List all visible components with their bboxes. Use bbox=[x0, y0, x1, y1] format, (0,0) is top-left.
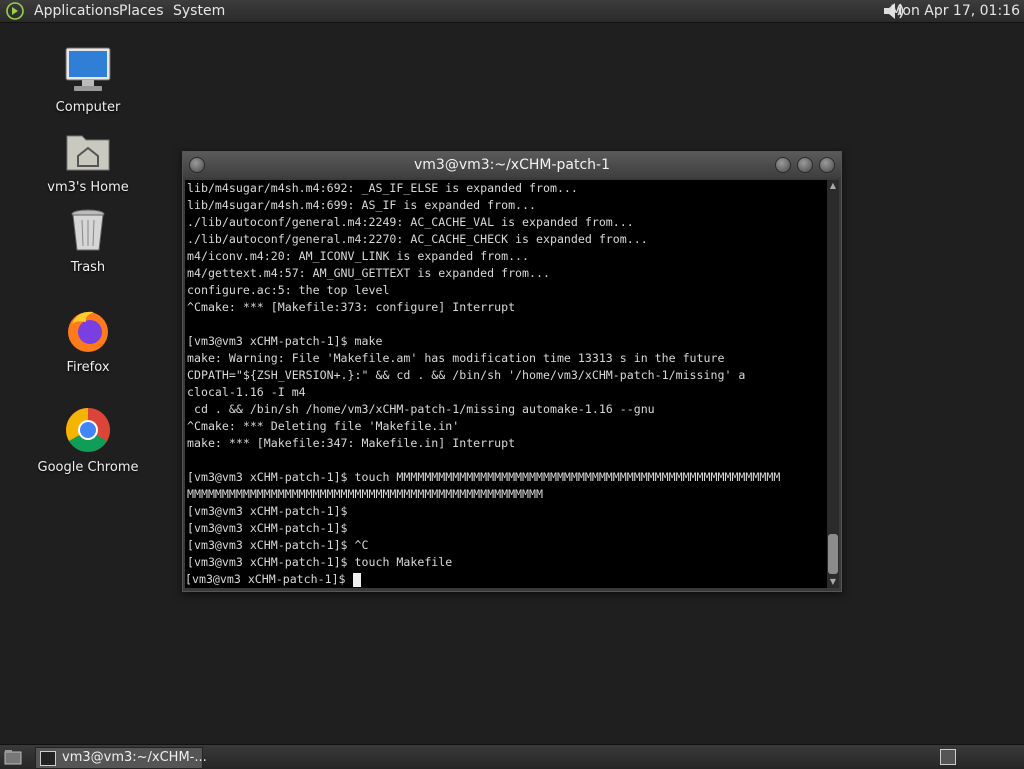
terminal-line: lib/m4sugar/m4sh.m4:692: _AS_IF_ELSE is … bbox=[187, 181, 578, 195]
desktop-icon-chrome[interactable]: Google Chrome bbox=[28, 406, 148, 475]
minimize-button[interactable] bbox=[775, 157, 791, 173]
terminal-line: make: *** [Makefile:347: Makefile.in] In… bbox=[187, 436, 516, 450]
desktop-icon-trash[interactable]: Trash bbox=[28, 206, 148, 275]
computer-icon bbox=[65, 47, 111, 91]
chrome-icon bbox=[66, 408, 110, 452]
terminal-line: configure.ac:5: the top level bbox=[187, 283, 390, 297]
terminal-prompt: [vm3@vm3 xCHM-patch-1]$ bbox=[185, 572, 353, 586]
distro-logo-icon[interactable] bbox=[6, 2, 24, 20]
desktop-icon-home[interactable]: vm3's Home bbox=[28, 126, 148, 195]
terminal-prompt-line[interactable]: [vm3@vm3 xCHM-patch-1]$ bbox=[185, 571, 827, 588]
desktop-icon-label: Trash bbox=[70, 260, 106, 275]
places-menu[interactable]: Places bbox=[119, 0, 164, 22]
terminal-line: ^Cmake: *** [Makefile:373: configure] In… bbox=[187, 300, 516, 314]
terminal-line: [vm3@vm3 xCHM-patch-1]$ touch Makefile bbox=[187, 555, 453, 569]
text-cursor bbox=[352, 572, 361, 587]
terminal-line: CDPATH="${ZSH_VERSION+.}:" && cd . && /b… bbox=[187, 368, 746, 382]
terminal-line: cd . && /bin/sh /home/vm3/xCHM-patch-1/m… bbox=[187, 402, 655, 416]
maximize-button[interactable] bbox=[797, 157, 813, 173]
terminal-line: MMMMMMMMMMMMMMMMMMMMMMMMMMMMMMMMMMMMMMMM… bbox=[187, 487, 543, 501]
desktop-icon-label: Computer bbox=[55, 100, 121, 115]
terminal-line: [vm3@vm3 xCHM-patch-1]$ bbox=[187, 504, 348, 518]
workspace-switcher[interactable] bbox=[940, 749, 956, 765]
terminal-line: lib/m4sugar/m4sh.m4:699: AS_IF is expand… bbox=[187, 198, 537, 212]
terminal-line: m4/gettext.m4:57: AM_GNU_GETTEXT is expa… bbox=[187, 266, 550, 280]
scroll-up-arrow-icon[interactable]: ▲ bbox=[827, 180, 839, 192]
desktop-icon-firefox[interactable]: Firefox bbox=[28, 306, 148, 375]
desktop-icon-label: Google Chrome bbox=[37, 460, 139, 475]
applications-menu[interactable]: Applications bbox=[34, 0, 120, 22]
terminal-line: [vm3@vm3 xCHM-patch-1]$ touch MMMMMMMMMM… bbox=[187, 470, 781, 484]
terminal-line: ./lib/autoconf/general.m4:2249: AC_CACHE… bbox=[187, 215, 634, 229]
window-title: vm3@vm3:~/xCHM-patch-1 bbox=[413, 157, 611, 173]
terminal-line: clocal-1.16 -I m4 bbox=[187, 385, 306, 399]
terminal-line: [vm3@vm3 xCHM-patch-1]$ bbox=[187, 521, 348, 535]
terminal-line: [vm3@vm3 xCHM-patch-1]$ make bbox=[187, 334, 383, 348]
terminal-icon bbox=[40, 751, 56, 766]
scroll-down-arrow-icon[interactable]: ▼ bbox=[827, 576, 839, 588]
top-panel: Applications Places System Mon Apr 17, 0… bbox=[0, 0, 1024, 23]
desktop-icon-label: vm3's Home bbox=[47, 180, 129, 195]
show-desktop-icon[interactable] bbox=[4, 749, 22, 765]
trash-icon bbox=[71, 209, 105, 251]
bottom-panel: vm3@vm3:~/xCHM-... bbox=[0, 744, 1024, 769]
home-folder-icon bbox=[66, 135, 110, 171]
terminal-lines: lib/m4sugar/m4sh.m4:692: _AS_IF_ELSE is … bbox=[185, 180, 827, 571]
taskbar-button-terminal[interactable]: vm3@vm3:~/xCHM-... bbox=[35, 747, 207, 769]
taskbar-button-label: vm3@vm3:~/xCHM-... bbox=[62, 750, 207, 765]
window-titlebar[interactable]: vm3@vm3:~/xCHM-patch-1 bbox=[183, 152, 841, 178]
terminal-line: m4/iconv.m4:20: AM_ICONV_LINK is expande… bbox=[187, 249, 530, 263]
terminal-window[interactable]: vm3@vm3:~/xCHM-patch-1 lib/m4sugar/m4sh.… bbox=[182, 151, 842, 592]
terminal-output[interactable]: lib/m4sugar/m4sh.m4:692: _AS_IF_ELSE is … bbox=[185, 180, 827, 588]
close-button[interactable] bbox=[819, 157, 835, 173]
terminal-line: make: Warning: File 'Makefile.am' has mo… bbox=[187, 351, 725, 365]
scrollbar-thumb[interactable] bbox=[828, 534, 838, 574]
terminal-line: ./lib/autoconf/general.m4:2270: AC_CACHE… bbox=[187, 232, 648, 246]
vertical-scrollbar[interactable]: ▲ ▼ bbox=[827, 180, 839, 588]
desktop-icon-computer[interactable]: Computer bbox=[28, 46, 148, 115]
firefox-icon bbox=[68, 311, 108, 352]
terminal-line: [vm3@vm3 xCHM-patch-1]$ ^C bbox=[187, 538, 369, 552]
system-menu[interactable]: System bbox=[173, 0, 225, 22]
terminal-line: ^Cmake: *** Deleting file 'Makefile.in' bbox=[187, 419, 460, 433]
clock[interactable]: Mon Apr 17, 01:16 bbox=[890, 0, 1020, 22]
desktop-icon-label: Firefox bbox=[66, 360, 110, 375]
